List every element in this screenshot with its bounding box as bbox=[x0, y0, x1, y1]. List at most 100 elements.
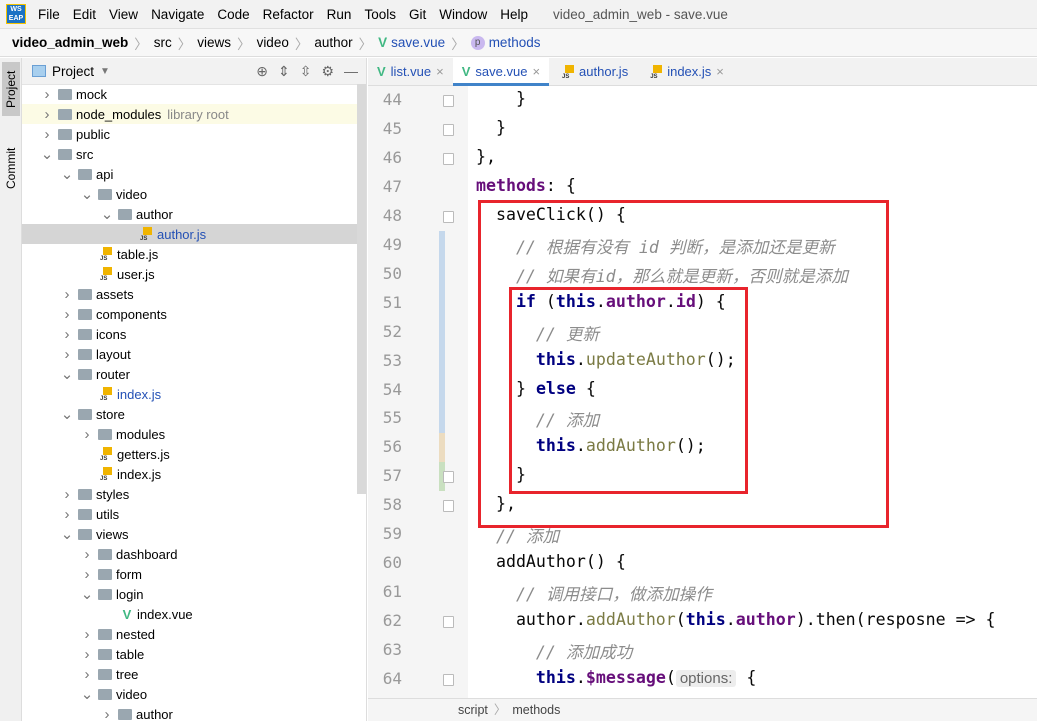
fold-marker-icon[interactable] bbox=[443, 123, 454, 136]
chevron-down-icon[interactable]: ⌄ bbox=[60, 165, 74, 183]
tree-item[interactable]: JS index.js bbox=[22, 464, 357, 484]
chevron-right-icon[interactable]: › bbox=[40, 86, 54, 103]
chevron-down-icon[interactable]: ⌄ bbox=[80, 185, 94, 203]
chevron-right-icon[interactable]: › bbox=[80, 426, 94, 443]
tree-item[interactable]: ⌄ store bbox=[22, 404, 357, 424]
chevron-right-icon[interactable]: › bbox=[80, 546, 94, 563]
gear-icon[interactable]: ⚙ bbox=[321, 63, 334, 80]
tree-item[interactable]: › tree bbox=[22, 664, 357, 684]
collapse-all-icon[interactable]: ⇳ bbox=[300, 63, 312, 80]
menu-code[interactable]: Code bbox=[217, 7, 249, 22]
tree-item[interactable]: › public bbox=[22, 124, 357, 144]
tree-item[interactable]: › styles bbox=[22, 484, 357, 504]
breadcrumb-item[interactable]: src bbox=[154, 35, 172, 50]
tree-item[interactable]: JS author.js bbox=[22, 224, 357, 244]
breadcrumb-item[interactable]: video_admin_web bbox=[12, 35, 128, 50]
breadcrumb-item[interactable]: views bbox=[197, 35, 231, 50]
chevron-right-icon[interactable]: › bbox=[60, 286, 74, 303]
tree-item[interactable]: › nested bbox=[22, 624, 357, 644]
fold-marker-icon[interactable] bbox=[443, 95, 454, 107]
chevron-right-icon[interactable]: › bbox=[80, 666, 94, 683]
menu-edit[interactable]: Edit bbox=[73, 7, 96, 22]
tree-item[interactable]: › node_modules library root bbox=[22, 104, 357, 124]
fold-marker-icon[interactable] bbox=[443, 616, 454, 629]
tree-item[interactable]: › mock bbox=[22, 84, 357, 104]
tree-item[interactable]: JS index.js bbox=[22, 384, 357, 404]
tree-item[interactable]: › table bbox=[22, 644, 357, 664]
expand-all-icon[interactable]: ⇕ bbox=[278, 63, 290, 80]
fold-marker-icon[interactable] bbox=[443, 500, 454, 513]
tree-item[interactable]: › utils bbox=[22, 504, 357, 524]
chevron-right-icon[interactable]: › bbox=[60, 486, 74, 503]
chevron-down-icon[interactable]: ▼ bbox=[100, 66, 110, 77]
breadcrumb-item[interactable]: video bbox=[257, 35, 289, 50]
menu-file[interactable]: File bbox=[38, 7, 60, 22]
chevron-right-icon[interactable]: › bbox=[40, 106, 54, 123]
tab-author-js[interactable]: JS author.js bbox=[549, 58, 637, 85]
tree-item[interactable]: Vindex.vue bbox=[22, 604, 357, 624]
chevron-down-icon[interactable]: ⌄ bbox=[60, 365, 74, 383]
chevron-right-icon[interactable]: › bbox=[60, 506, 74, 523]
tree-item[interactable]: ⌄ author bbox=[22, 204, 357, 224]
chevron-down-icon[interactable]: ⌄ bbox=[60, 525, 74, 543]
crumb-methods[interactable]: methods bbox=[512, 703, 560, 717]
tree-item[interactable]: › form bbox=[22, 564, 357, 584]
close-icon[interactable]: × bbox=[716, 64, 724, 79]
breadcrumb-item[interactable]: methods bbox=[489, 35, 541, 50]
menu-window[interactable]: Window bbox=[439, 7, 487, 22]
chevron-right-icon[interactable]: › bbox=[60, 326, 74, 343]
crumb-script[interactable]: script bbox=[458, 703, 488, 717]
fold-marker-icon[interactable] bbox=[443, 152, 454, 165]
chevron-right-icon[interactable]: › bbox=[80, 566, 94, 583]
menu-tools[interactable]: Tools bbox=[364, 7, 396, 22]
tree-item[interactable]: ⌄ src bbox=[22, 144, 357, 164]
project-tool-tab[interactable]: Project bbox=[2, 62, 20, 116]
chevron-down-icon[interactable]: ⌄ bbox=[40, 145, 54, 163]
menu-run[interactable]: Run bbox=[327, 7, 352, 22]
tab-save-vue[interactable]: Vsave.vue × bbox=[452, 58, 550, 86]
close-icon[interactable]: × bbox=[436, 64, 444, 79]
scrollbar[interactable] bbox=[357, 84, 366, 494]
chevron-down-icon[interactable]: ⌄ bbox=[100, 205, 114, 223]
tab-list-vue[interactable]: Vlist.vue × bbox=[368, 58, 453, 85]
project-view-selector[interactable]: Project bbox=[52, 64, 94, 79]
tree-item[interactable]: ⌄ views bbox=[22, 524, 357, 544]
tree-item[interactable]: ⌄ login bbox=[22, 584, 357, 604]
menu-navigate[interactable]: Navigate bbox=[151, 7, 204, 22]
fold-marker-icon[interactable] bbox=[443, 674, 454, 686]
breadcrumb-item[interactable]: save.vue bbox=[391, 35, 445, 50]
chevron-right-icon[interactable]: › bbox=[80, 626, 94, 643]
menu-view[interactable]: View bbox=[109, 7, 138, 22]
tree-item[interactable]: JS getters.js bbox=[22, 444, 357, 464]
tree-item[interactable]: JS table.js bbox=[22, 244, 357, 264]
tree-item[interactable]: ⌄ api bbox=[22, 164, 357, 184]
tree-item[interactable]: › layout bbox=[22, 344, 357, 364]
chevron-down-icon[interactable]: ⌄ bbox=[80, 585, 94, 603]
locate-icon[interactable]: ⊕ bbox=[256, 63, 268, 80]
chevron-right-icon[interactable]: › bbox=[80, 646, 94, 663]
tree-item[interactable]: › components bbox=[22, 304, 357, 324]
chevron-right-icon[interactable]: › bbox=[40, 126, 54, 143]
tab-index-js[interactable]: JS index.js × bbox=[637, 58, 733, 85]
tree-item[interactable]: JS user.js bbox=[22, 264, 357, 284]
breadcrumb-item[interactable]: author bbox=[314, 35, 352, 50]
minimize-icon[interactable]: — bbox=[344, 63, 358, 80]
tree-item[interactable]: ⌄ video bbox=[22, 684, 357, 704]
tree-item[interactable]: › dashboard bbox=[22, 544, 357, 564]
tree-item[interactable]: › assets bbox=[22, 284, 357, 304]
commit-tool-tab[interactable]: Commit bbox=[2, 138, 20, 198]
tree-item[interactable]: › modules bbox=[22, 424, 357, 444]
fold-marker-icon[interactable] bbox=[443, 210, 454, 223]
menu-refactor[interactable]: Refactor bbox=[263, 7, 314, 22]
chevron-down-icon[interactable]: ⌄ bbox=[60, 405, 74, 423]
menu-git[interactable]: Git bbox=[409, 7, 426, 22]
menu-help[interactable]: Help bbox=[500, 7, 528, 22]
tree-item[interactable]: ⌄ video bbox=[22, 184, 357, 204]
chevron-down-icon[interactable]: ⌄ bbox=[80, 685, 94, 703]
chevron-right-icon[interactable]: › bbox=[60, 346, 74, 363]
tree-item[interactable]: › author bbox=[22, 704, 357, 721]
fold-marker-icon[interactable] bbox=[443, 471, 454, 484]
tree-item[interactable]: ⌄ router bbox=[22, 364, 357, 384]
chevron-right-icon[interactable]: › bbox=[60, 306, 74, 323]
tree-item[interactable]: › icons bbox=[22, 324, 357, 344]
